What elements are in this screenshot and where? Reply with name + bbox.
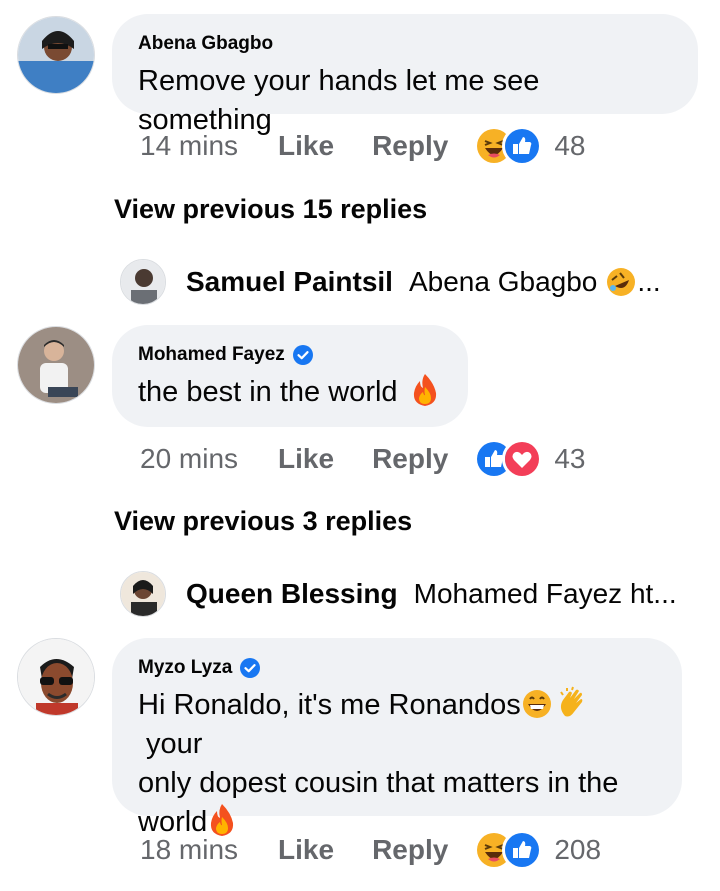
grinning-emoji-icon (522, 690, 551, 718)
avatar[interactable] (17, 326, 95, 404)
reply-button[interactable]: Reply (372, 834, 448, 866)
like-button[interactable]: Like (278, 834, 334, 866)
reply-button[interactable]: Reply (372, 130, 448, 162)
like-button[interactable]: Like (278, 130, 334, 162)
comment-text: the best in the world (138, 373, 440, 412)
timestamp[interactable]: 14 mins (140, 130, 238, 162)
reply-ellipsis: ... (637, 266, 661, 297)
comment-actions: 14 mins Like Reply 48 (140, 126, 585, 166)
reaction-summary[interactable]: 48 (474, 126, 585, 166)
like-reaction-icon (502, 830, 543, 870)
timestamp[interactable]: 20 mins (140, 443, 238, 475)
reply-author[interactable]: Queen Blessing (186, 578, 398, 610)
reaction-summary[interactable]: 208 (474, 830, 601, 870)
view-previous-replies[interactable]: View previous 3 replies (114, 506, 412, 537)
comment-actions: 18 mins Like Reply 208 (140, 830, 601, 870)
comment-author[interactable]: Abena Gbagbo (138, 32, 670, 56)
comment-actions: 20 mins Like Reply 43 (140, 439, 585, 479)
reaction-summary[interactable]: 43 (474, 439, 585, 479)
avatar[interactable] (120, 571, 166, 617)
comment-text: Hi Ronaldo, it's me Ronandos your only d… (138, 686, 654, 842)
comment-author[interactable]: Mohamed Fayez (138, 343, 440, 367)
avatar[interactable] (17, 16, 95, 94)
view-previous-replies[interactable]: View previous 15 replies (114, 194, 427, 225)
reply-preview[interactable]: Samuel Paintsil Abena Gbagbo ... (120, 258, 661, 306)
verified-badge-icon (292, 345, 313, 365)
avatar[interactable] (120, 259, 166, 305)
reply-text: Abena Gbagbo (408, 266, 598, 297)
reply-preview[interactable]: Queen Blessing Mohamed Fayez ht... (120, 570, 677, 618)
love-reaction-icon (502, 439, 543, 479)
reply-button[interactable]: Reply (372, 443, 448, 475)
reply-text: Mohamed Fayez ht... (413, 578, 677, 609)
reaction-count: 43 (554, 443, 586, 474)
reaction-count: 48 (554, 130, 586, 161)
like-reaction-icon (502, 126, 543, 166)
fire-emoji-icon (413, 374, 436, 406)
comment-bubble: Abena Gbagbo Remove your hands let me se… (112, 14, 698, 136)
like-button[interactable]: Like (278, 443, 334, 475)
rofl-emoji-icon (607, 268, 636, 296)
clapping-hands-emoji-icon (559, 686, 583, 717)
comment-bubble: Mohamed Fayez the best in the world (112, 325, 468, 427)
reaction-count: 208 (554, 834, 602, 865)
comment-author[interactable]: Myzo Lyza (138, 656, 654, 680)
timestamp[interactable]: 18 mins (140, 834, 238, 866)
comment-bubble: Myzo Lyza Hi Ronaldo, it's me Ronandos y… (112, 638, 682, 838)
reply-author[interactable]: Samuel Paintsil (186, 266, 393, 298)
verified-badge-icon (240, 658, 261, 678)
avatar[interactable] (17, 638, 95, 716)
